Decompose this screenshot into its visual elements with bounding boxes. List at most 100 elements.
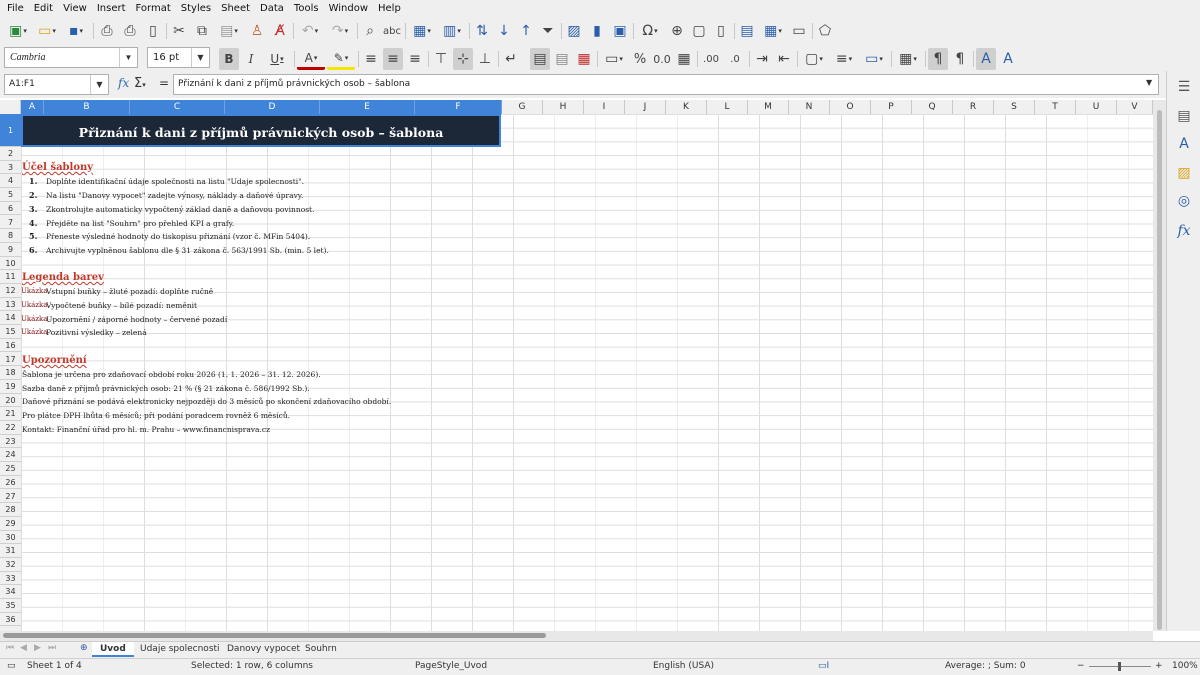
- last-sheet-icon[interactable]: ⏭: [48, 643, 56, 653]
- column-header[interactable]: M: [748, 100, 789, 114]
- legend-text[interactable]: Vypočtené buňky – bílé pozadí: neměnit: [46, 301, 197, 310]
- row-header[interactable]: 11: [0, 270, 21, 284]
- underline-icon[interactable]: U ▾: [263, 48, 291, 70]
- merge-center-icon[interactable]: ▤: [530, 48, 550, 70]
- legend-text[interactable]: Upozornění / záporné hodnoty – červené p…: [46, 315, 227, 324]
- row-header[interactable]: 19: [0, 380, 21, 394]
- align-top-icon[interactable]: ⊤: [431, 48, 451, 70]
- row-header[interactable]: 2: [0, 147, 21, 161]
- column-header[interactable]: J: [625, 100, 666, 114]
- section-heading-legend[interactable]: Legenda barev: [22, 272, 104, 283]
- functions-icon[interactable]: fx: [1173, 220, 1195, 242]
- menu-insert[interactable]: Insert: [92, 0, 131, 17]
- font-name-box[interactable]: Cambria ▼: [4, 47, 138, 68]
- border-color-icon[interactable]: ▭ ▾: [860, 48, 888, 70]
- step-number[interactable]: 4.: [29, 218, 37, 228]
- date-format-icon[interactable]: ▦: [674, 48, 694, 70]
- row-header[interactable]: 14: [0, 311, 21, 326]
- font-color-icon[interactable]: A ▾: [297, 48, 325, 70]
- menu-edit[interactable]: Edit: [29, 0, 58, 17]
- title-cell[interactable]: Přiznání k dani z příjmů právnických oso…: [21, 114, 501, 147]
- zoom-in-icon[interactable]: +: [1155, 661, 1163, 671]
- step-number[interactable]: 1.: [29, 176, 37, 186]
- borders-icon[interactable]: ▢ ▾: [800, 48, 828, 70]
- chevron-down-icon[interactable]: ▼: [90, 75, 108, 94]
- chevron-down-icon[interactable]: ▼: [191, 48, 209, 67]
- row-header[interactable]: 24: [0, 448, 21, 463]
- align-bottom-icon[interactable]: ⊥: [475, 48, 495, 70]
- step-text[interactable]: Na listu "Danovy vypocet" zadejte výnosy…: [46, 191, 303, 200]
- column-header[interactable]: U: [1076, 100, 1117, 114]
- properties-icon[interactable]: ▤: [1173, 105, 1195, 127]
- legend-text[interactable]: Vstupní buňky – žluté pozadí: doplňte ru…: [46, 287, 213, 296]
- column-header[interactable]: V: [1117, 100, 1153, 114]
- row-header[interactable]: 36: [0, 613, 21, 627]
- freeze-rows-columns-icon[interactable]: ▦ ▾: [759, 20, 787, 42]
- vertical-scroll-thumb[interactable]: [1157, 110, 1162, 630]
- formula-icon[interactable]: =: [159, 76, 169, 90]
- row-header[interactable]: 22: [0, 421, 21, 435]
- font-size-box[interactable]: 16 pt ▼: [147, 47, 210, 68]
- name-box[interactable]: A1:F1 ▼: [4, 74, 109, 95]
- column-header[interactable]: C: [130, 100, 225, 114]
- first-sheet-icon[interactable]: ⏮: [6, 643, 14, 653]
- row-header[interactable]: 20: [0, 394, 21, 408]
- row-header[interactable]: 12: [0, 284, 21, 298]
- sidebar-menu-icon[interactable]: ☰: [1173, 76, 1195, 98]
- tab-udaje-spolecnosti[interactable]: Udaje spolecnosti: [132, 642, 228, 657]
- menu-styles[interactable]: Styles: [176, 0, 216, 17]
- row-header[interactable]: 18: [0, 366, 21, 380]
- next-sheet-icon[interactable]: ▶: [34, 643, 41, 653]
- decrease-indent-icon[interactable]: ⇤: [774, 48, 794, 70]
- row-header[interactable]: 35: [0, 599, 21, 613]
- copy-icon[interactable]: ⧉: [192, 20, 212, 42]
- menu-data[interactable]: Data: [255, 0, 289, 17]
- row-header[interactable]: 31: [0, 544, 21, 558]
- selection-mode-icon[interactable]: ▭I: [818, 661, 829, 671]
- insert-chart-icon[interactable]: ▮: [587, 20, 607, 42]
- print-preview-icon[interactable]: ▯: [143, 20, 163, 42]
- step-text[interactable]: Doplňte identifikační údaje společnosti …: [46, 177, 304, 186]
- document-modified-icon[interactable]: ▭: [7, 661, 16, 671]
- row-header[interactable]: 29: [0, 517, 21, 531]
- notice-text[interactable]: Pro plátce DPH lhůta 6 měsíců; při podán…: [22, 411, 290, 420]
- legend-swatch[interactable]: Ukázka: [21, 315, 47, 323]
- styles-icon[interactable]: A: [1173, 133, 1195, 155]
- row-icon[interactable]: ▦ ▾: [408, 20, 436, 42]
- row-header[interactable]: 26: [0, 476, 21, 490]
- currency-format-icon[interactable]: ▭ ▾: [600, 48, 628, 70]
- column-icon[interactable]: ▥ ▾: [438, 20, 466, 42]
- row-header[interactable]: 15: [0, 325, 21, 339]
- text-vertical-icon[interactable]: A: [998, 48, 1018, 70]
- clone-formatting-icon[interactable]: ♙: [247, 20, 267, 42]
- language-status[interactable]: English (USA): [653, 661, 714, 671]
- menu-view[interactable]: View: [58, 0, 92, 17]
- open-folder-icon[interactable]: ▭ ▾: [33, 20, 61, 42]
- row-header[interactable]: 32: [0, 558, 21, 572]
- align-middle-icon[interactable]: ⊹: [453, 48, 473, 70]
- legend-swatch[interactable]: Ukázka: [21, 328, 47, 336]
- row-header[interactable]: 4: [0, 174, 21, 189]
- menu-file[interactable]: File: [2, 0, 29, 17]
- redo-icon[interactable]: ↷ ▾: [326, 20, 354, 42]
- step-text[interactable]: Přejděte na list "Souhrn" pro přehled KP…: [46, 219, 234, 228]
- legend-swatch[interactable]: Ukázka: [21, 287, 47, 295]
- step-number[interactable]: 2.: [29, 190, 37, 200]
- row-header[interactable]: 16: [0, 339, 21, 353]
- row-header[interactable]: 7: [0, 216, 21, 230]
- find-replace-icon[interactable]: ⌕: [360, 20, 380, 42]
- split-window-icon[interactable]: ▭: [789, 20, 809, 42]
- clear-formatting-icon[interactable]: A̸: [270, 20, 290, 42]
- step-text[interactable]: Zkontrolujte automaticky vypočtený zákla…: [46, 205, 314, 214]
- sum-icon[interactable]: Σ▾: [134, 76, 146, 91]
- column-header[interactable]: A: [21, 100, 44, 114]
- column-header[interactable]: Q: [912, 100, 953, 114]
- tab-danovy-vypocet[interactable]: Danovy vypocet: [219, 642, 308, 657]
- gallery-icon[interactable]: ▨: [1173, 162, 1195, 184]
- zoom-slider-handle[interactable]: [1118, 662, 1121, 671]
- row-header[interactable]: 27: [0, 490, 21, 504]
- column-header[interactable]: N: [789, 100, 830, 114]
- step-number[interactable]: 3.: [29, 204, 37, 214]
- special-character-icon[interactable]: Ω ▾: [636, 20, 664, 42]
- step-text[interactable]: Archivujte vyplněnou šablonu dle § 31 zá…: [46, 246, 329, 255]
